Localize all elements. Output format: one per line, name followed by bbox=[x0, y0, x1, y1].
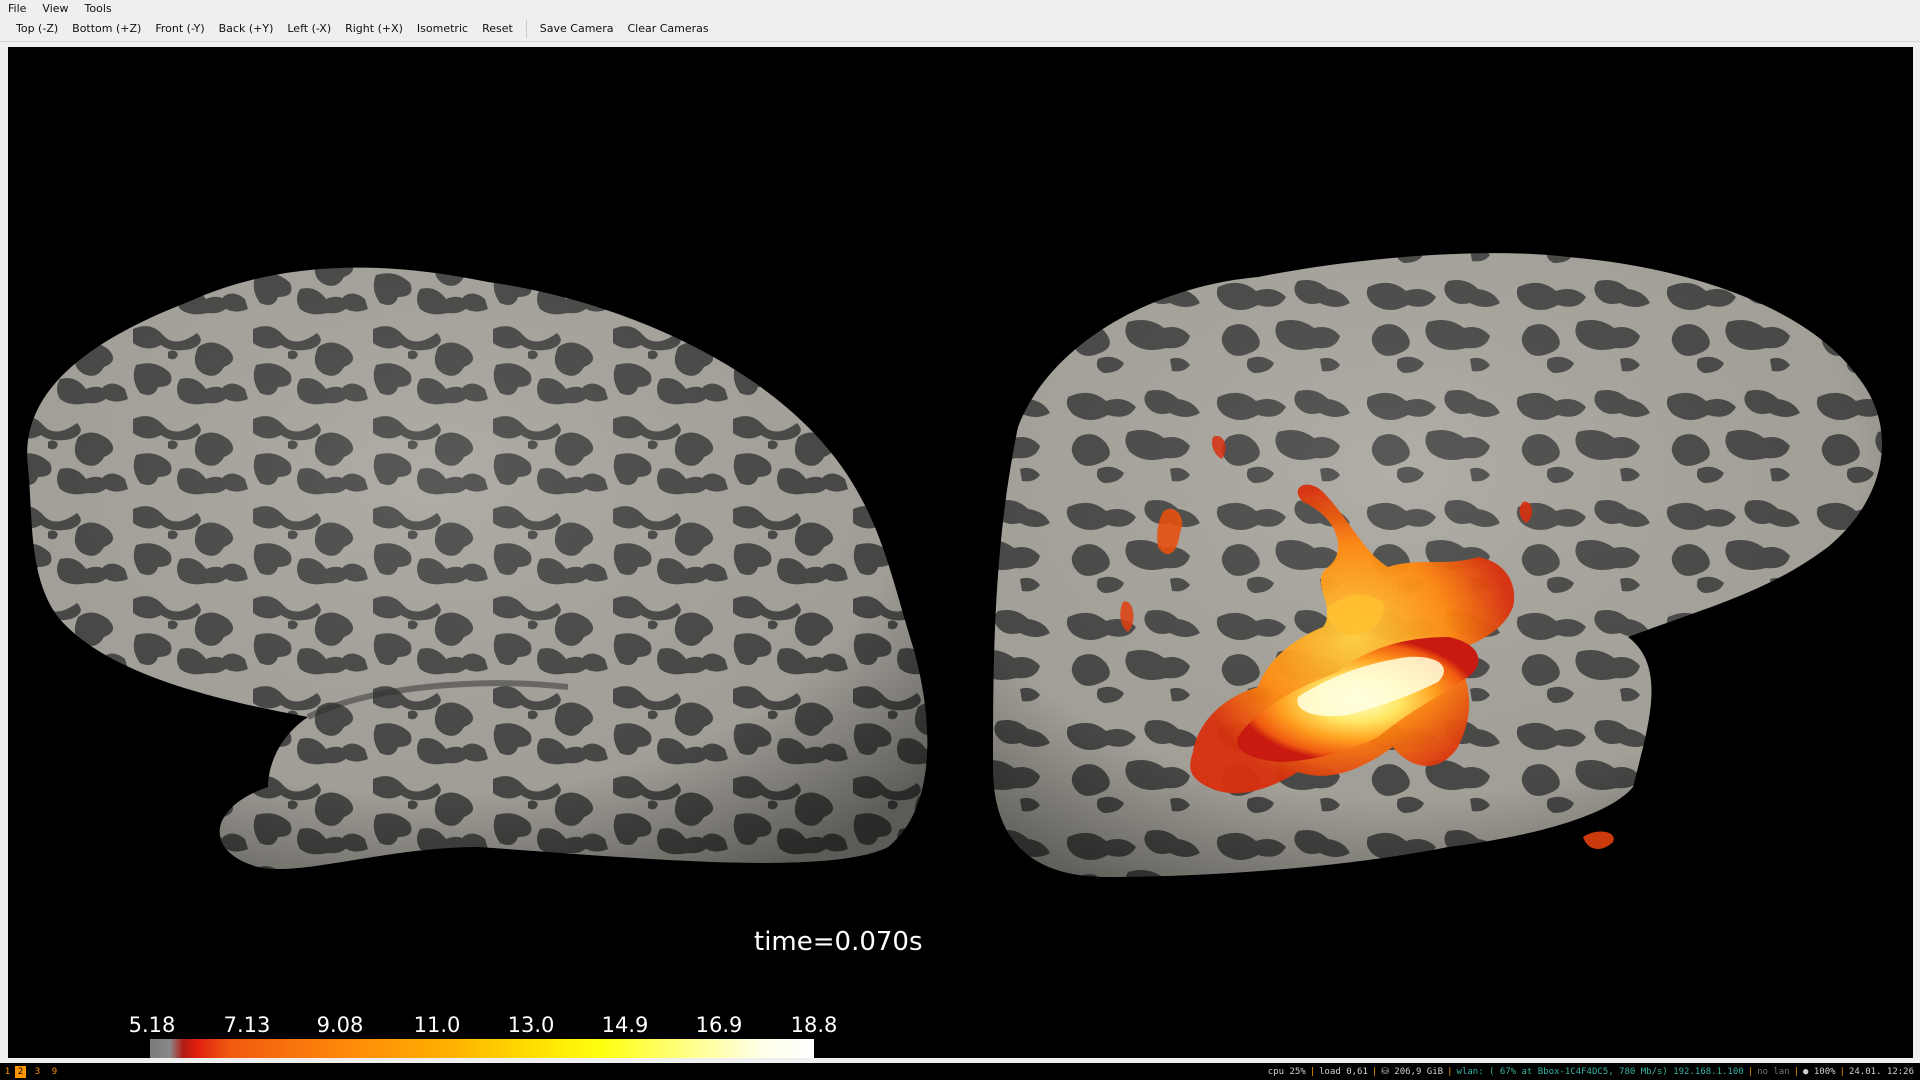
colorbar bbox=[150, 1039, 814, 1058]
cpu-indicator: cpu 25% bbox=[1267, 1067, 1306, 1077]
workspace-2[interactable]: 2 bbox=[15, 1066, 26, 1078]
workspace-1[interactable]: 1 bbox=[2, 1066, 13, 1078]
view-toolbar: Top (-Z) Bottom (+Z) Front (-Y) Back (+Y… bbox=[0, 17, 1920, 42]
wlan-indicator: wlan: ( 67% at Bbox-1C4F4DC5, 780 Mb/s) … bbox=[1456, 1067, 1744, 1077]
save-camera-button[interactable]: Save Camera bbox=[533, 18, 621, 40]
battery-indicator: ● 100% bbox=[1803, 1067, 1836, 1077]
right-hemisphere bbox=[993, 253, 1882, 877]
colorbar-tick: 18.8 bbox=[790, 1013, 838, 1037]
render-viewport[interactable]: time=0.070s 5.18 7.13 9.08 11.0 13.0 14.… bbox=[8, 47, 1913, 1058]
view-back-button[interactable]: Back (+Y) bbox=[212, 18, 281, 40]
view-reset-button[interactable]: Reset bbox=[475, 18, 520, 40]
menu-file[interactable]: File bbox=[0, 0, 34, 17]
disk-indicator: ⛁ 206,9 GiB bbox=[1381, 1067, 1444, 1077]
menu-tools[interactable]: Tools bbox=[77, 0, 120, 17]
colorbar-tick: 9.08 bbox=[316, 1013, 364, 1037]
status-indicators: cpu 25% | load 0,61 | ⛁ 206,9 GiB | wlan: ( 67… bbox=[1267, 1067, 1914, 1077]
time-label: time=0.070s bbox=[754, 927, 923, 957]
brain-surfaces bbox=[27, 253, 1882, 877]
left-hemisphere bbox=[27, 267, 928, 870]
colorbar-tick: 16.9 bbox=[695, 1013, 743, 1037]
view-bottom-button[interactable]: Bottom (+Z) bbox=[65, 18, 148, 40]
clear-cameras-button[interactable]: Clear Cameras bbox=[620, 18, 715, 40]
lan-indicator: no lan bbox=[1757, 1067, 1790, 1077]
status-bar: 1 2 3 9 cpu 25% | load 0,61 | ⛁ 206,9 GiB | wl… bbox=[0, 1063, 1920, 1080]
view-isometric-button[interactable]: Isometric bbox=[410, 18, 475, 40]
menu-bar: File View Tools bbox=[0, 0, 1920, 17]
view-top-button[interactable]: Top (-Z) bbox=[9, 18, 65, 40]
workspace-3[interactable]: 3 bbox=[32, 1066, 43, 1078]
colorbar-tick: 7.13 bbox=[223, 1013, 271, 1037]
view-front-button[interactable]: Front (-Y) bbox=[148, 18, 211, 40]
clock: 24.01. 12:26 bbox=[1848, 1067, 1914, 1077]
workspace-9[interactable]: 9 bbox=[49, 1066, 60, 1078]
colorbar-tick: 11.0 bbox=[413, 1013, 461, 1037]
view-right-button[interactable]: Right (+X) bbox=[338, 18, 410, 40]
toolbar-separator bbox=[525, 20, 527, 38]
colorbar-tick: 5.18 bbox=[128, 1013, 176, 1037]
colorbar-tick: 13.0 bbox=[507, 1013, 555, 1037]
menu-view[interactable]: View bbox=[34, 0, 76, 17]
load-indicator: load 0,61 bbox=[1319, 1067, 1368, 1077]
colorbar-tick: 14.9 bbox=[601, 1013, 649, 1037]
view-left-button[interactable]: Left (-X) bbox=[280, 18, 338, 40]
